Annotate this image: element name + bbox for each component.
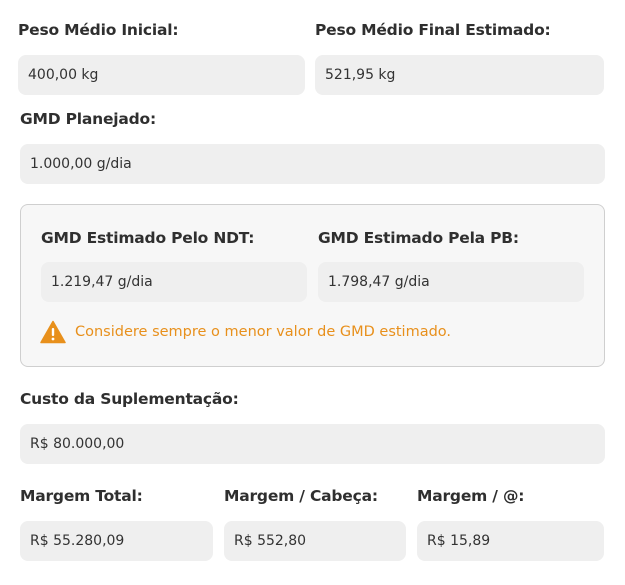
custo-suplementacao-label: Custo da Suplementação: [20, 390, 239, 408]
margem-cabeca-field[interactable]: R$ 552,80 [224, 521, 406, 561]
peso-medio-final-label: Peso Médio Final Estimado: [315, 21, 551, 39]
margem-arroba-label: Margem / @: [417, 487, 525, 505]
margem-cabeca-label: Margem / Cabeça: [224, 487, 378, 505]
peso-medio-inicial-field[interactable]: 400,00 kg [18, 55, 305, 95]
gmd-warning: Considere sempre o menor valor de GMD es… [40, 320, 451, 344]
peso-medio-final-field[interactable]: 521,95 kg [315, 55, 604, 95]
warning-text: Considere sempre o menor valor de GMD es… [75, 324, 452, 340]
custo-suplementacao-field[interactable]: R$ 80.000,00 [20, 424, 605, 464]
gmd-estimado-ndt-label: GMD Estimado Pelo NDT: [41, 229, 255, 247]
peso-medio-inicial-label: Peso Médio Inicial: [18, 21, 179, 39]
gmd-estimado-pb-label: GMD Estimado Pela PB: [318, 229, 519, 247]
gmd-planejado-label: GMD Planejado: [20, 110, 157, 128]
gmd-planejado-field[interactable]: 1.000,00 g/dia [20, 144, 605, 184]
gmd-estimado-pb-field[interactable]: 1.798,47 g/dia [318, 262, 584, 302]
margem-total-label: Margem Total: [20, 487, 143, 505]
gmd-estimado-ndt-field[interactable]: 1.219,47 g/dia [41, 262, 307, 302]
margem-arroba-field[interactable]: R$ 15,89 [417, 521, 604, 561]
warning-triangle-icon [40, 320, 66, 344]
margem-total-field[interactable]: R$ 55.280,09 [20, 521, 213, 561]
